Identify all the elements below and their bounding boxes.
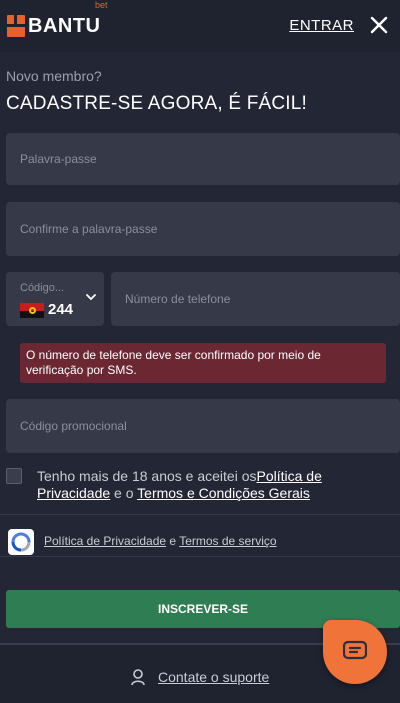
chevron-down-icon — [86, 294, 96, 301]
divider — [0, 556, 400, 557]
logo-text: BANTU — [28, 14, 101, 37]
support-icon — [131, 669, 145, 686]
confirm-password-field[interactable] — [6, 202, 400, 256]
promo-code-field[interactable] — [6, 399, 400, 453]
page-title: CADASTRE-SE AGORA, É FÁCIL! — [6, 93, 308, 114]
captcha-privacy-link[interactable]: Política de Privacidade — [44, 534, 166, 548]
phone-error-message: O número de telefone deve ser confirmado… — [20, 343, 386, 383]
promo-code-input[interactable] — [6, 399, 400, 453]
confirm-password-input[interactable] — [6, 202, 400, 256]
phone-field[interactable] — [111, 272, 400, 326]
logo-sup: bet — [95, 0, 108, 10]
country-code-label: Código... — [20, 282, 65, 294]
chat-icon — [343, 640, 367, 660]
terms-text: Tenho mais de 18 anos e aceitei osPolíti… — [37, 468, 387, 502]
recaptcha-icon[interactable] — [8, 529, 34, 555]
divider — [0, 514, 400, 515]
close-icon[interactable] — [368, 14, 390, 36]
recaptcha-text: Política de Privacidade e Termos de serv… — [44, 534, 277, 548]
phone-input[interactable] — [111, 272, 400, 326]
login-link[interactable]: ENTRAR — [289, 17, 354, 34]
password-field[interactable] — [6, 133, 400, 185]
top-bar: BANTU bet ENTRAR — [0, 0, 400, 52]
subtitle: Novo membro? — [6, 68, 102, 84]
angola-flag-icon — [20, 303, 44, 318]
captcha-conjunction: e — [166, 534, 180, 548]
terms-prefix: Tenho mais de 18 anos e aceitei os — [37, 468, 257, 484]
bantu-logo[interactable]: BANTU — [7, 14, 101, 38]
terms-conjunction: e o — [110, 485, 138, 501]
password-input[interactable] — [6, 133, 400, 185]
contact-support-link[interactable]: Contate o suporte — [158, 669, 269, 685]
logo-mark-icon — [7, 15, 25, 37]
age-terms-checkbox[interactable] — [6, 468, 22, 484]
terms-conditions-link[interactable]: Termos e Condições Gerais — [137, 485, 310, 501]
terms-consent: Tenho mais de 18 anos e aceitei osPolíti… — [6, 465, 394, 515]
country-code-select[interactable]: Código... 244 — [6, 272, 104, 326]
chat-button[interactable] — [323, 620, 387, 684]
captcha-terms-link[interactable]: Termos de serviço — [179, 534, 276, 548]
country-code-value: 244 — [48, 301, 74, 318]
